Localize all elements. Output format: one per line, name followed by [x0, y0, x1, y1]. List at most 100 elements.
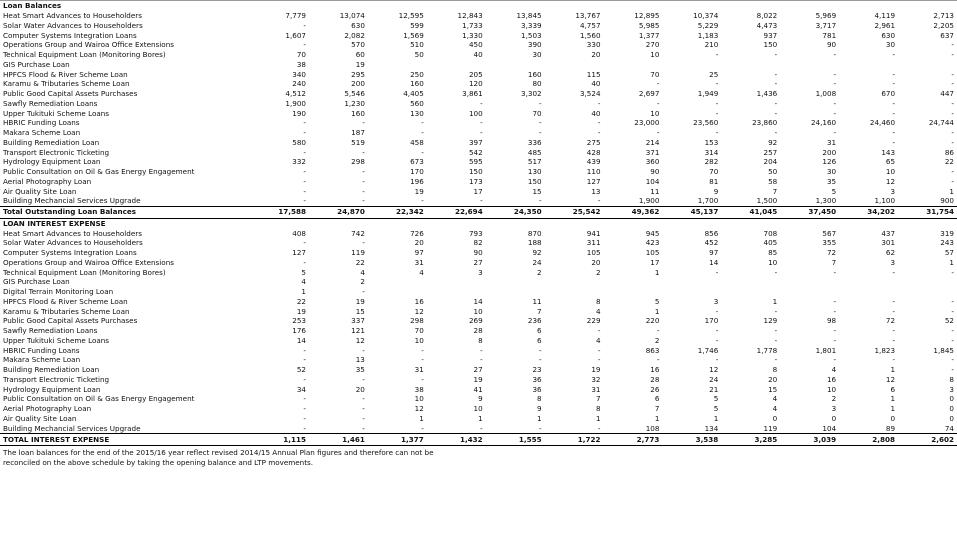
- value-cell: 2,713: [933, 11, 954, 20]
- value-cell: 98: [826, 316, 837, 326]
- value-cell: 20: [768, 374, 778, 384]
- value-cell: -: [362, 413, 365, 423]
- value-cell: 0: [949, 404, 954, 413]
- value-cell: 742: [351, 228, 365, 238]
- empty-cell: [367, 217, 427, 229]
- value-cell: 1,500: [756, 196, 778, 206]
- value-cell: 1,900: [638, 196, 660, 206]
- table-row: Aerial Photography Loan - - 196 173 150 127 104…: [0, 177, 957, 187]
- value-cell: 31: [826, 137, 837, 147]
- value-cell: 10: [650, 50, 660, 59]
- value-cell: 8: [595, 404, 601, 413]
- value-cell: -: [362, 423, 365, 433]
- row-label: GIS Purchase Loan: [3, 277, 70, 287]
- value-cell: 38: [414, 384, 424, 394]
- value-cell: -: [539, 423, 542, 433]
- value-cell: 150: [527, 176, 542, 186]
- value-cell: 9: [478, 394, 483, 404]
- empty-cell: [721, 217, 781, 229]
- value-cell: 153: [704, 137, 719, 147]
- value-cell: 30: [826, 167, 837, 176]
- value-cell: 188: [527, 238, 542, 248]
- value-cell: 12: [414, 306, 424, 316]
- value-cell: 190: [292, 108, 306, 118]
- table-row: Operations Group and Wairoa Office Exten…: [0, 258, 957, 268]
- row-label: Public Consultation on Oil & Gas Energy …: [3, 394, 195, 404]
- value-cell: 10: [473, 404, 483, 413]
- table-row: Operations Group and Wairoa Office Exten…: [0, 40, 957, 50]
- value-cell: 12,843: [457, 11, 483, 20]
- value-cell: 160: [351, 108, 365, 118]
- total-value-cell: 3,538: [662, 433, 722, 446]
- value-cell: -: [833, 355, 837, 365]
- value-cell: [545, 287, 604, 297]
- value-cell: 19: [473, 374, 483, 384]
- empty-cell: [603, 217, 663, 229]
- value-cell: 5,546: [344, 89, 365, 98]
- value-cell: 134: [704, 423, 719, 433]
- value-cell: -: [833, 296, 837, 306]
- value-cell: 13: [355, 355, 365, 365]
- value-cell: -: [951, 128, 954, 137]
- value-cell: 0: [949, 394, 954, 404]
- empty-cell: [721, 0, 781, 11]
- value-cell: -: [303, 176, 306, 186]
- value-cell: -: [892, 98, 896, 108]
- value-cell: 3: [890, 186, 896, 196]
- table-row: Building Mechancial Services Upgrade - - - -…: [0, 196, 957, 206]
- value-cell: 1,300: [815, 196, 837, 206]
- value-cell: -: [597, 423, 601, 433]
- value-cell: 1: [478, 413, 483, 423]
- table-row: Building Remediation Loan 580 519 458 397 336…: [0, 138, 957, 148]
- value-cell: 25: [709, 69, 719, 79]
- value-cell: [427, 277, 486, 287]
- row-label: Aerial Photography Loan: [3, 176, 92, 186]
- value-cell: 447: [940, 89, 954, 98]
- value-cell: 253: [292, 316, 306, 326]
- value-cell: 229: [586, 316, 601, 326]
- value-cell: 282: [704, 157, 719, 167]
- value-cell: 726: [410, 228, 424, 238]
- value-cell: 3,717: [815, 20, 837, 30]
- value-cell: 510: [410, 40, 424, 50]
- row-label: Aerial Photography Loan: [3, 404, 92, 413]
- value-cell: 24: [532, 257, 542, 267]
- row-label: HBRIC Funding Loans: [3, 118, 80, 128]
- row-label: Upper Tukituki Scheme Loans: [3, 108, 110, 118]
- value-cell: 7: [772, 186, 778, 196]
- value-cell: 27: [473, 257, 483, 267]
- value-cell: 243: [940, 238, 954, 248]
- value-cell: 360: [645, 157, 660, 167]
- value-cell: [604, 60, 663, 70]
- value-cell: -: [774, 326, 778, 335]
- value-cell: 196: [410, 176, 424, 186]
- total-value-cell: 41,045: [721, 206, 781, 219]
- value-cell: 52: [296, 365, 306, 374]
- value-cell: 72: [885, 316, 896, 326]
- value-cell: 89: [885, 423, 896, 433]
- value-cell: -: [303, 423, 306, 433]
- table-row: Transport Electronic Ticketing - - - 19 36 32 2…: [0, 375, 957, 385]
- value-cell: -: [303, 196, 306, 206]
- empty-cell: [426, 217, 486, 229]
- value-cell: -: [715, 98, 719, 108]
- value-cell: 8: [537, 394, 542, 404]
- value-cell: -: [421, 196, 424, 206]
- value-cell: 100: [468, 108, 483, 118]
- value-cell: 1,560: [579, 30, 601, 40]
- value-cell: 428: [586, 147, 601, 157]
- value-cell: 371: [645, 147, 660, 157]
- value-cell: 92: [532, 248, 542, 257]
- value-cell: [780, 287, 839, 297]
- value-cell: 52: [944, 316, 954, 326]
- value-cell: 2: [654, 335, 660, 345]
- value-cell: -: [597, 326, 601, 335]
- value-cell: 1,100: [874, 196, 896, 206]
- table-row: Karamu & Tributaries Scheme Loan 19 15 12 10…: [0, 307, 957, 317]
- row-label: Building Remediation Loan: [3, 365, 100, 374]
- total-value-cell: 1,722: [544, 433, 604, 446]
- value-cell: -: [597, 196, 601, 206]
- value-cell: -: [892, 267, 896, 277]
- value-cell: 630: [881, 30, 896, 40]
- value-cell: -: [774, 50, 778, 59]
